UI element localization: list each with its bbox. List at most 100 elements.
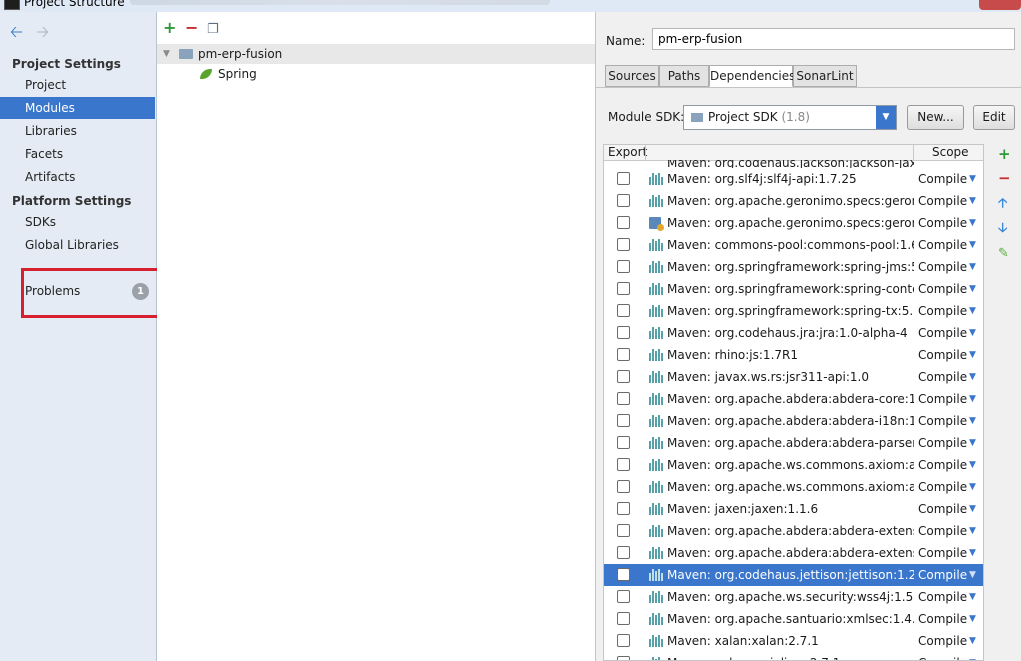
scope-select[interactable]: Compile	[918, 366, 967, 388]
scope-select[interactable]: Compile	[918, 168, 967, 190]
export-checkbox[interactable]	[617, 194, 630, 207]
scope-select[interactable]: Compile	[918, 630, 967, 652]
table-row-partial[interactable]: Maven: org.codehaus.jackson:jackson-jaxr…	[604, 160, 983, 168]
export-checkbox[interactable]	[617, 458, 630, 471]
table-row[interactable]: Maven: org.springframework:spring-jms:5.…	[604, 256, 983, 278]
export-checkbox[interactable]	[617, 216, 630, 229]
copy-icon[interactable]: ❐	[207, 22, 229, 38]
scope-select[interactable]: Compile	[918, 212, 967, 234]
chevron-down-icon[interactable]: ▼	[969, 388, 976, 410]
export-checkbox[interactable]	[617, 436, 630, 449]
export-checkbox[interactable]	[617, 634, 630, 647]
chevron-down-icon[interactable]: ▼	[969, 586, 976, 608]
chevron-down-icon[interactable]: ▼	[969, 300, 976, 322]
nav-item-modules[interactable]: Modules	[0, 97, 155, 119]
chevron-down-icon[interactable]: ▼	[969, 190, 976, 212]
export-checkbox[interactable]	[617, 260, 630, 273]
nav-item-global-libraries[interactable]: Global Libraries	[0, 234, 155, 256]
back-arrow-icon[interactable]: 🡠	[10, 24, 30, 40]
table-row[interactable]: Maven: org.apache.abdera:abdera-core:1.0…	[604, 388, 983, 410]
scope-select[interactable]: Compile	[918, 564, 967, 586]
table-row[interactable]: Maven: org.springframework:spring-tx:5.1…	[604, 300, 983, 322]
scope-select[interactable]: Compile	[918, 388, 967, 410]
tab-paths[interactable]: Paths	[659, 65, 709, 87]
forward-arrow-icon[interactable]: 🡢	[36, 24, 56, 40]
export-checkbox[interactable]	[617, 326, 630, 339]
edit-sdk-button[interactable]: Edit	[973, 105, 1015, 130]
nav-item-facets[interactable]: Facets	[0, 143, 155, 165]
chevron-down-icon[interactable]: ▼	[969, 564, 976, 586]
export-checkbox[interactable]	[617, 546, 630, 559]
chevron-down-icon[interactable]: ▼	[969, 630, 976, 652]
module-name-input[interactable]	[652, 28, 1015, 50]
chevron-down-icon[interactable]: ▼	[969, 476, 976, 498]
tab-sonarlint[interactable]: SonarLint	[793, 65, 857, 87]
tab-sources[interactable]: Sources	[605, 65, 659, 87]
scope-select[interactable]: Compile	[918, 234, 967, 256]
scope-select[interactable]: Compile	[918, 542, 967, 564]
scope-select[interactable]: Compile	[918, 586, 967, 608]
table-row[interactable]: Maven: org.apache.abdera:abdera-extensio…	[604, 542, 983, 564]
nav-item-project[interactable]: Project	[0, 74, 155, 96]
export-checkbox[interactable]	[617, 348, 630, 361]
scope-select[interactable]: Compile	[918, 344, 967, 366]
table-row[interactable]: Maven: xalan:xalan:2.7.1 Compile ▼	[604, 630, 983, 652]
export-checkbox[interactable]	[617, 392, 630, 405]
export-checkbox[interactable]	[617, 238, 630, 251]
table-row[interactable]: Maven: org.apache.abdera:abdera-parser:1…	[604, 432, 983, 454]
chevron-down-icon[interactable]: ▼	[969, 520, 976, 542]
table-row[interactable]: Maven: org.apache.geronimo.specs:geronim…	[604, 190, 983, 212]
scope-select[interactable]: Compile	[918, 608, 967, 630]
col-export[interactable]: Export	[608, 145, 647, 160]
export-checkbox[interactable]	[617, 568, 630, 581]
scope-select[interactable]: Compile	[918, 300, 967, 322]
table-row[interactable]: Maven: jaxen:jaxen:1.1.6 Compile ▼	[604, 498, 983, 520]
scope-select[interactable]: Compile	[918, 322, 967, 344]
scope-select[interactable]: Compile	[918, 278, 967, 300]
table-row[interactable]: Maven: org.apache.abdera:abdera-extensio…	[604, 520, 983, 542]
table-row[interactable]: Maven: org.slf4j:slf4j-api:1.7.25 Compile…	[604, 168, 983, 190]
table-row[interactable]: Maven: org.apache.ws.commons.axiom:axiom…	[604, 454, 983, 476]
export-checkbox[interactable]	[617, 656, 630, 660]
module-sdk-select[interactable]: Project SDK (1.8) ▼	[683, 105, 897, 130]
edit-dependency-icon[interactable]: ✎	[998, 246, 1009, 262]
scope-select[interactable]: Compile	[918, 256, 967, 278]
export-checkbox[interactable]	[617, 524, 630, 537]
chevron-down-icon[interactable]: ▼	[969, 542, 976, 564]
table-row[interactable]: Maven: javax.ws.rs:jsr311-api:1.0 Compile…	[604, 366, 983, 388]
chevron-down-icon[interactable]: ▼	[969, 498, 976, 520]
scope-select[interactable]: Compile	[918, 432, 967, 454]
chevron-down-icon[interactable]: ▼	[876, 106, 896, 129]
remove-dependency-icon[interactable]: −	[998, 170, 1011, 186]
table-row[interactable]: Maven: org.apache.abdera:abdera-i18n:1.0…	[604, 410, 983, 432]
close-window-button[interactable]	[979, 0, 1021, 10]
move-down-icon[interactable]: 🡣	[998, 221, 1007, 237]
nav-item-sdks[interactable]: SDKs	[0, 211, 155, 233]
chevron-down-icon[interactable]: ▼	[969, 322, 976, 344]
chevron-down-icon[interactable]: ▼	[969, 344, 976, 366]
export-checkbox[interactable]	[617, 612, 630, 625]
export-checkbox[interactable]	[617, 480, 630, 493]
table-row[interactable]: Maven: org.apache.ws.security:wss4j:1.5.…	[604, 586, 983, 608]
new-sdk-button[interactable]: New...	[907, 105, 964, 130]
chevron-down-icon[interactable]: ▼	[969, 608, 976, 630]
export-checkbox[interactable]	[617, 502, 630, 515]
collapse-caret-icon[interactable]: ▼	[163, 44, 170, 64]
chevron-down-icon[interactable]: ▼	[969, 366, 976, 388]
chevron-down-icon[interactable]: ▼	[969, 410, 976, 432]
scope-select[interactable]: Compile	[918, 498, 967, 520]
remove-icon[interactable]: −	[185, 20, 207, 36]
scope-select[interactable]: Compile	[918, 476, 967, 498]
chevron-down-icon[interactable]: ▼	[969, 432, 976, 454]
scope-select[interactable]: Compile	[918, 652, 967, 660]
chevron-down-icon[interactable]: ▼	[969, 454, 976, 476]
tab-dependencies[interactable]: Dependencies	[709, 65, 795, 87]
scope-select[interactable]: Compile	[918, 520, 967, 542]
nav-item-libraries[interactable]: Libraries	[0, 120, 155, 142]
chevron-down-icon[interactable]: ▼	[969, 168, 976, 190]
chevron-down-icon[interactable]: ▼	[969, 278, 976, 300]
scope-select[interactable]: Compile	[918, 410, 967, 432]
move-up-icon[interactable]: 🡡	[998, 196, 1007, 212]
nav-item-artifacts[interactable]: Artifacts	[0, 166, 155, 188]
chevron-down-icon[interactable]: ▼	[969, 256, 976, 278]
